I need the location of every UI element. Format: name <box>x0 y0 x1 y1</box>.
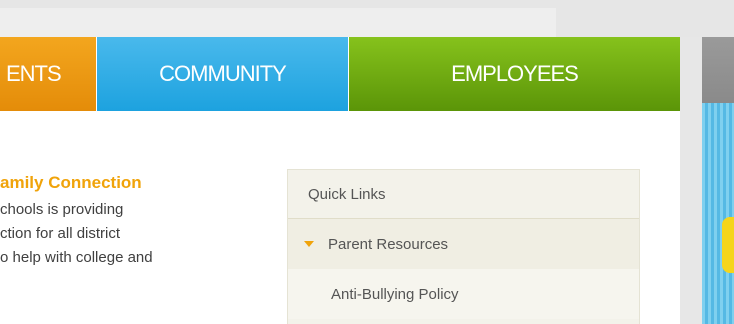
banner-top-image <box>702 37 734 103</box>
side-gutter <box>680 37 702 324</box>
content-area: amily Connection chools is providing cti… <box>0 111 680 324</box>
nav-employees[interactable]: EMPLOYEES <box>348 37 680 111</box>
nav-community[interactable]: COMMUNITY <box>96 37 348 111</box>
parent-resources-label: Parent Resources <box>328 235 449 253</box>
caret-down-icon <box>304 241 314 247</box>
family-connection-text-line: ction for all district <box>0 225 121 242</box>
top-bar <box>0 8 556 38</box>
top-strip <box>0 0 734 38</box>
banner-image <box>702 103 734 324</box>
banner-shape <box>722 217 734 273</box>
nav-students[interactable]: ENTS <box>0 37 96 111</box>
quick-links-parent-resources[interactable]: Parent Resources <box>288 219 639 269</box>
quick-links-panel: Quick Links Parent Resources Anti-Bullyi… <box>287 169 640 324</box>
family-connection-text-line: chools is providing <box>0 201 124 218</box>
quick-links-header: Quick Links <box>288 170 639 219</box>
family-connection-title[interactable]: amily Connection <box>0 173 142 193</box>
side-banner <box>702 37 734 324</box>
quick-links-anti-bullying-policy[interactable]: Anti-Bullying Policy <box>288 269 639 319</box>
family-connection-text-line: o help with college and <box>0 249 153 266</box>
main-nav: ENTS COMMUNITY EMPLOYEES <box>0 37 680 111</box>
